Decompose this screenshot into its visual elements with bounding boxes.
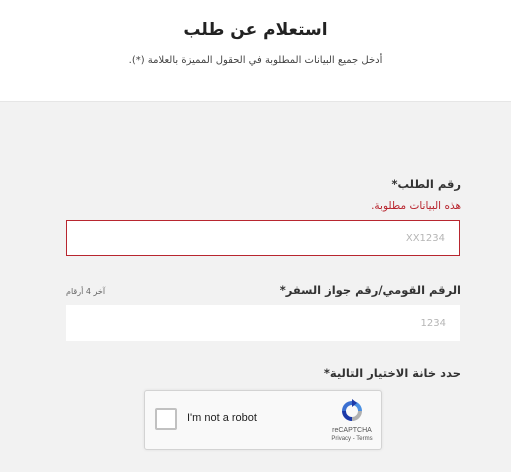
recaptcha-links: Privacy - Terms bbox=[325, 436, 379, 442]
page-header: استعلام عن طلب أدخل جميع البيانات المطلو… bbox=[0, 0, 511, 102]
recaptcha-text: I'm not a robot bbox=[187, 412, 257, 424]
request-number-input[interactable] bbox=[66, 220, 460, 256]
recaptcha-logo-icon bbox=[342, 399, 362, 421]
national-id-input[interactable] bbox=[66, 305, 460, 341]
request-number-error: هذه البيانات مطلوبة. bbox=[371, 200, 461, 212]
terms-link[interactable]: Terms bbox=[356, 436, 372, 442]
recaptcha-checkbox[interactable] bbox=[155, 408, 177, 430]
page-subtitle: أدخل جميع البيانات المطلوبة في الحقول ال… bbox=[128, 55, 383, 66]
recaptcha-brand: reCAPTCHA bbox=[332, 427, 372, 434]
privacy-link[interactable]: Privacy bbox=[331, 436, 351, 442]
national-id-label: الرقم القومي/رقم جواز السفر* bbox=[279, 283, 461, 297]
request-number-label: رقم الطلب* bbox=[391, 177, 461, 191]
national-id-hint: آخر 4 أرقام bbox=[66, 287, 106, 296]
recaptcha-widget: I'm not a robot reCAPTCHA Privacy - Term… bbox=[144, 390, 382, 450]
page-title: استعلام عن طلب bbox=[183, 20, 328, 40]
captcha-label: حدد خانة الاختيار التالية* bbox=[323, 366, 461, 380]
